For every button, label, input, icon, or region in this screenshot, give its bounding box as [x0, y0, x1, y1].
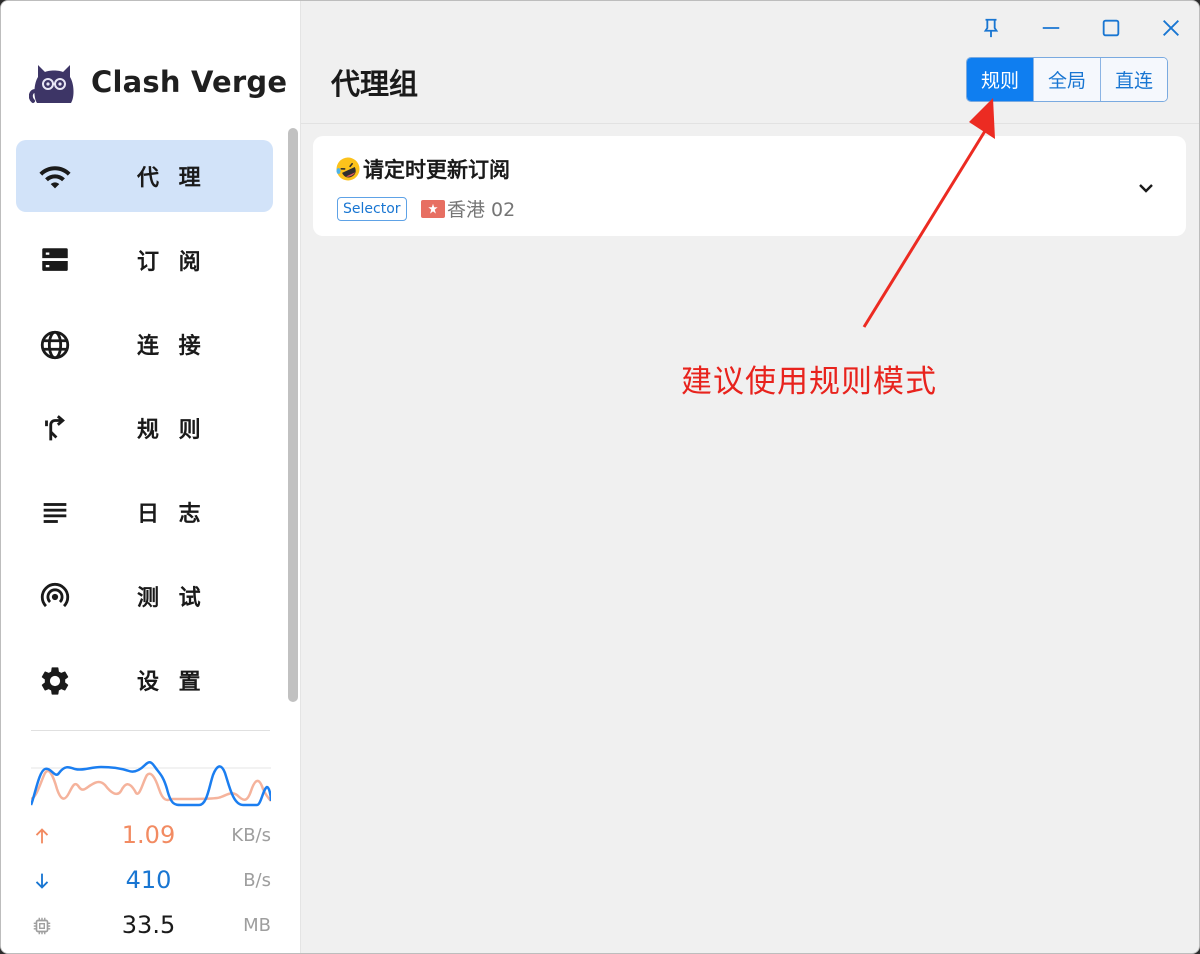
- storage-icon: [42, 248, 68, 271]
- sidebar-item-test[interactable]: 测 试: [16, 560, 273, 632]
- close-button[interactable]: [1153, 13, 1189, 43]
- proxy-group-card[interactable]: 请定时更新订阅 Selector 香港 02: [313, 136, 1186, 236]
- download-speed-value: 410: [125, 866, 172, 894]
- app-logo: Clash Verge: [29, 57, 287, 107]
- globe-icon: [40, 330, 70, 360]
- minimize-button[interactable]: [1033, 13, 1069, 43]
- sidebar-item-label: 订 阅: [137, 250, 207, 275]
- gear-icon: [41, 667, 69, 695]
- wifi-icon: [39, 166, 71, 189]
- sidebar-item-label: 日 志: [137, 502, 207, 527]
- mode-global-button[interactable]: 全局: [1033, 58, 1100, 101]
- pin-button[interactable]: [973, 13, 1009, 43]
- close-icon: [1163, 20, 1179, 36]
- download-trend-line: [31, 761, 271, 807]
- sidebar-item-proxies[interactable]: 代 理: [16, 140, 273, 212]
- main-content: 代理组 规则 全局 直连 请定时更新订阅 Selector 香港 02 建议使用…: [301, 1, 1199, 953]
- proxy-group-name: 请定时更新订阅: [363, 158, 510, 182]
- memory-usage-value: 33.5: [121, 911, 176, 939]
- sidebar-item-rules[interactable]: 规 则: [16, 392, 273, 464]
- fork-arrow-icon: [45, 415, 65, 441]
- maximize-button[interactable]: [1093, 13, 1129, 43]
- memory-usage: 33.5 MB: [31, 911, 271, 941]
- annotation-text: 建议使用规则模式: [681, 364, 937, 400]
- upload-speed-unit: KB/s: [231, 825, 271, 846]
- header-divider: [301, 123, 1199, 124]
- proxy-group-title: 请定时更新订阅: [335, 154, 510, 184]
- traffic-graph: [31, 761, 271, 807]
- sidebar-item-label: 测 试: [137, 586, 207, 611]
- sidebar-item-connections[interactable]: 连 接: [16, 308, 273, 380]
- mode-rule-button[interactable]: 规则: [967, 58, 1033, 101]
- sidebar-item-label: 连 接: [137, 334, 207, 359]
- pin-icon: [983, 18, 999, 38]
- sidebar-item-label: 设 置: [137, 670, 207, 695]
- hong-kong-flag-icon: [421, 199, 445, 218]
- sidebar-item-profiles[interactable]: 订 阅: [16, 224, 273, 296]
- sidebar-item-label: 代 理: [137, 166, 207, 191]
- memory-chip-icon: [33, 917, 51, 935]
- download-speed: 410 B/s: [31, 866, 271, 896]
- app-name: Clash Verge: [91, 65, 288, 99]
- sidebar: Clash Verge 代 理 订 阅 连 接 规 则 日 志 测 试 设 置 …: [1, 1, 301, 953]
- sidebar-scrollbar[interactable]: [288, 128, 298, 702]
- current-proxy-node: 香港 02: [421, 195, 515, 222]
- maximize-icon: [1102, 19, 1120, 37]
- minimize-icon: [1042, 27, 1060, 29]
- current-proxy-node-name: 香港 02: [447, 199, 516, 221]
- broadcast-icon: [40, 583, 70, 608]
- cat-logo-icon: [29, 65, 74, 103]
- download-speed-unit: B/s: [243, 870, 271, 891]
- rofl-emoji-icon: [336, 157, 360, 181]
- proxy-group-type-badge: Selector: [337, 197, 407, 221]
- arrow-down-icon: [35, 873, 49, 889]
- proxy-mode-switch: 规则 全局 直连: [966, 57, 1168, 102]
- upload-speed: 1.09 KB/s: [31, 821, 271, 851]
- page-title: 代理组: [331, 67, 419, 101]
- chevron-down-icon[interactable]: [1134, 176, 1158, 200]
- sidebar-item-label: 规 则: [137, 418, 207, 443]
- memory-usage-unit: MB: [243, 915, 271, 936]
- subject-icon: [43, 503, 67, 523]
- app-window: Clash Verge 代 理 订 阅 连 接 规 则 日 志 测 试 设 置 …: [0, 0, 1200, 954]
- sidebar-item-settings[interactable]: 设 置: [16, 644, 273, 716]
- sidebar-divider: [31, 730, 270, 731]
- mode-direct-button[interactable]: 直连: [1100, 58, 1167, 101]
- arrow-up-icon: [35, 828, 49, 844]
- upload-speed-value: 1.09: [121, 821, 176, 849]
- upload-trend-line: [31, 769, 271, 802]
- sidebar-nav: 代 理 订 阅 连 接 规 则 日 志 测 试 设 置: [16, 140, 273, 728]
- sidebar-item-logs[interactable]: 日 志: [16, 476, 273, 548]
